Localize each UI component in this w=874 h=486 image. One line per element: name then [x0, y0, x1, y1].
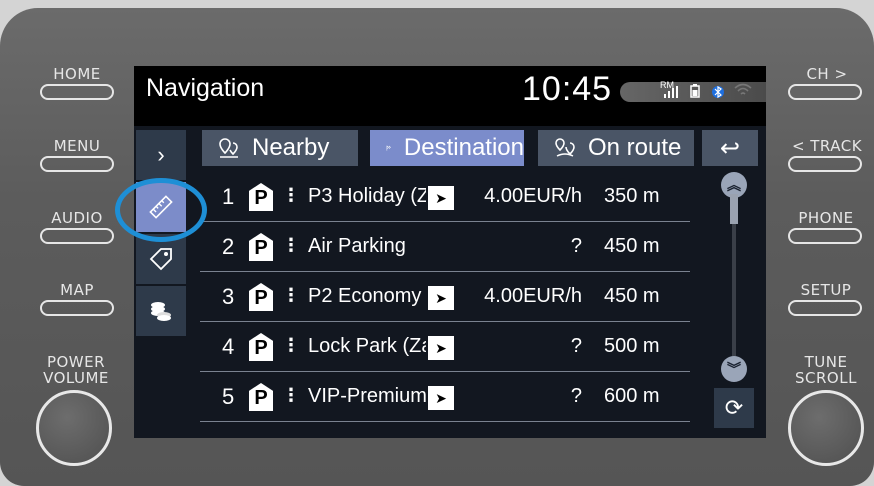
back-arrow-icon: ↩ [719, 134, 741, 162]
map-hw-button[interactable] [40, 300, 114, 316]
track-hw-label: < TRACK [791, 137, 863, 155]
tab-destination[interactable]: Destination [370, 130, 524, 166]
chevron-right-icon: › [157, 142, 165, 167]
wifi-icon [734, 83, 752, 100]
list-item[interactable]: 2 P ⋮ Air Parking ? 450 m [200, 222, 690, 272]
route-icon [555, 138, 575, 157]
scroll-down-button[interactable]: ︾ [721, 356, 747, 382]
parking-name: Lock Park (Zav [308, 335, 426, 357]
back-button[interactable]: ↩ [702, 130, 758, 166]
ch-hw-label: CH > [806, 65, 848, 83]
parking-distance: 600 m [604, 385, 660, 407]
list-item[interactable]: 5 P ⋮ VIP-Premium ➤ ? 600 m [200, 372, 690, 422]
parking-price: ? [570, 385, 582, 407]
page-title: Navigation [146, 74, 265, 102]
bluetooth-icon [712, 84, 724, 103]
parking-price: ? [570, 335, 582, 357]
parking-name: Air Parking [308, 235, 406, 257]
parking-icon: P [249, 333, 273, 361]
parking-distance: 450 m [604, 235, 660, 257]
home-hw-button[interactable] [40, 84, 114, 100]
map-hw-label: MAP [60, 281, 94, 299]
location-icon [219, 138, 238, 158]
list-item[interactable]: 1 P ⋮ P3 Holiday (Za ➤ 4.00EUR/h 350 m [200, 172, 690, 222]
parking-distance: 500 m [604, 335, 660, 357]
refresh-icon: ⟳ [724, 395, 744, 420]
scrollbar-thumb[interactable] [730, 194, 738, 224]
tab-nearby-label: Nearby [252, 134, 330, 161]
results-panel: › Nearby Destination On route ↩ 1 P ⋮ P3… [134, 126, 766, 438]
phone-battery-icon [690, 84, 700, 101]
list-item[interactable]: 4 P ⋮ Lock Park (Zav ➤ ? 500 m [200, 322, 690, 372]
power-volume-label: POWER VOLUME [43, 353, 109, 387]
row-number: 2 [222, 234, 235, 259]
highlight-circle [115, 178, 207, 242]
navigate-to-icon[interactable]: ➤ [428, 186, 454, 210]
chevron-down-icon: ︾ [727, 361, 741, 377]
navigate-to-icon[interactable]: ➤ [428, 286, 454, 310]
parking-name: P3 Holiday (Za [308, 185, 426, 207]
parking-price: 4.00EUR/h [484, 185, 582, 207]
parking-name: VIP-Premium [308, 385, 426, 407]
menu-hw-label: MENU [53, 137, 101, 155]
parking-distance: 450 m [604, 285, 660, 307]
setup-hw-label: SETUP [800, 281, 852, 299]
setup-hw-button[interactable] [788, 300, 862, 316]
refresh-button[interactable]: ⟳ [714, 388, 754, 428]
phone-hw-label: PHONE [798, 209, 854, 227]
filter-cost-button[interactable] [136, 286, 186, 336]
more-options-icon[interactable]: ⋮ [282, 285, 300, 306]
ch-hw-button[interactable] [788, 84, 862, 100]
navigate-to-icon[interactable]: ➤ [428, 336, 454, 360]
expand-menu-button[interactable]: › [136, 130, 186, 180]
power-volume-knob[interactable] [36, 390, 112, 466]
menu-hw-button[interactable] [40, 156, 114, 172]
signal-bars-icon [664, 86, 678, 101]
tab-on-route[interactable]: On route [538, 130, 694, 166]
row-number: 1 [222, 184, 235, 209]
display-screen: Navigation 10:45 RM › Nearby Destination… [134, 66, 766, 438]
tab-destination-label: Destination [403, 134, 524, 161]
more-options-icon[interactable]: ⋮ [282, 185, 300, 206]
tab-on-route-label: On route [588, 134, 682, 161]
checkered-flag-icon [386, 145, 391, 151]
tab-nearby[interactable]: Nearby [202, 130, 358, 166]
tune-scroll-label: TUNE SCROLL [795, 353, 857, 387]
more-options-icon[interactable]: ⋮ [282, 385, 300, 406]
parking-distance: 350 m [604, 185, 660, 207]
row-number: 4 [222, 334, 235, 359]
parking-icon: P [249, 183, 273, 211]
row-number: 5 [222, 384, 235, 409]
tune-scroll-knob[interactable] [788, 390, 864, 466]
parking-name: P2 Economy ( [308, 285, 426, 307]
track-hw-button[interactable] [788, 156, 862, 172]
home-hw-label: HOME [53, 65, 101, 83]
chevron-up-icon: ︽ [727, 177, 741, 193]
parking-icon: P [249, 383, 273, 411]
row-number: 3 [222, 284, 235, 309]
tag-icon [149, 248, 172, 271]
phone-hw-button[interactable] [788, 228, 862, 244]
clock: 10:45 [522, 70, 613, 108]
audio-hw-button[interactable] [40, 228, 114, 244]
more-options-icon[interactable]: ⋮ [282, 335, 300, 356]
parking-price: ? [570, 235, 582, 257]
parking-icon: P [249, 233, 273, 261]
navigate-to-icon[interactable]: ➤ [428, 386, 454, 410]
coins-icon [151, 302, 171, 321]
audio-hw-label: AUDIO [51, 209, 103, 227]
parking-icon: P [249, 283, 273, 311]
list-item[interactable]: 3 P ⋮ P2 Economy ( ➤ 4.00EUR/h 450 m [200, 272, 690, 322]
more-options-icon[interactable]: ⋮ [282, 235, 300, 256]
parking-price: 4.00EUR/h [484, 285, 582, 307]
status-tray: RM [620, 80, 766, 103]
